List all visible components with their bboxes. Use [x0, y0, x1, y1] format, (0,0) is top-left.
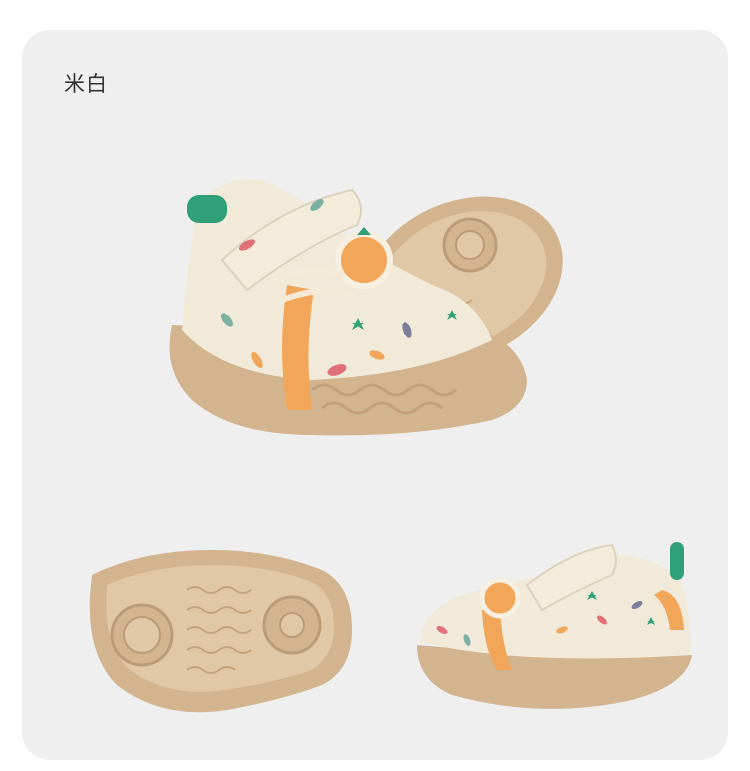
shoe-front-pair-image [169, 179, 563, 436]
sole-bottom-image [89, 550, 353, 713]
shoe-side-profile-image [417, 542, 692, 709]
product-card: 米白 [22, 30, 728, 760]
product-photos [89, 179, 692, 713]
